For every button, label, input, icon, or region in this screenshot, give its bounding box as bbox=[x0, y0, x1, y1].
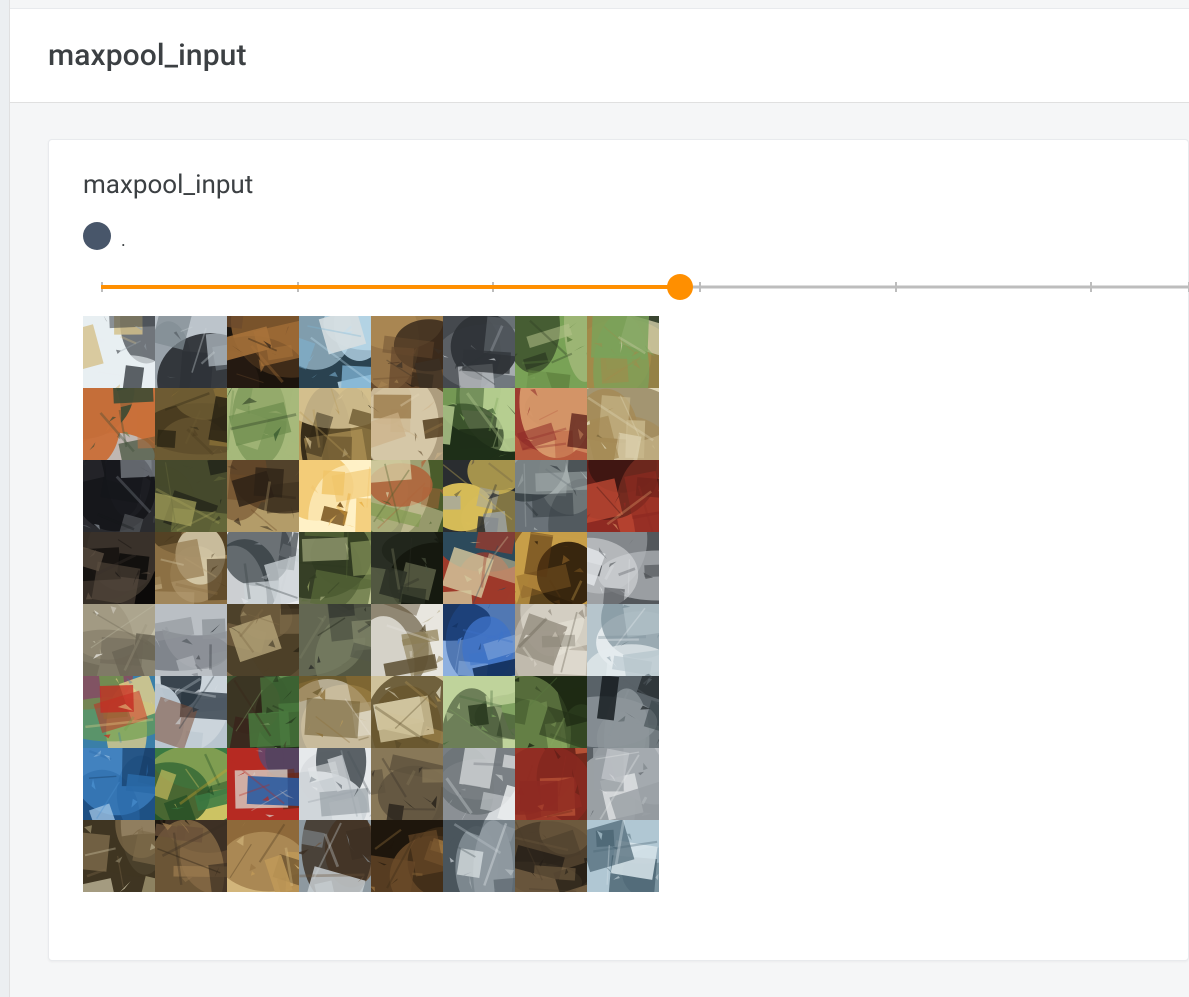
grid-tile[interactable] bbox=[155, 820, 227, 892]
grid-tile[interactable] bbox=[371, 460, 443, 532]
grid-tile[interactable] bbox=[155, 532, 227, 604]
grid-tile[interactable] bbox=[443, 316, 515, 388]
grid-tile[interactable] bbox=[515, 676, 587, 748]
grid-tile[interactable] bbox=[155, 748, 227, 820]
section-header[interactable]: maxpool_input bbox=[10, 8, 1189, 103]
grid-tile[interactable] bbox=[587, 748, 659, 820]
step-slider[interactable] bbox=[101, 272, 1154, 302]
grid-tile[interactable] bbox=[83, 316, 155, 388]
slider-thumb[interactable] bbox=[667, 274, 693, 300]
grid-tile[interactable] bbox=[371, 676, 443, 748]
grid-tile[interactable] bbox=[227, 604, 299, 676]
grid-tile[interactable] bbox=[227, 820, 299, 892]
run-color-dot bbox=[83, 222, 111, 250]
run-selector[interactable]: . bbox=[83, 222, 1154, 250]
grid-tile[interactable] bbox=[515, 460, 587, 532]
grid-tile[interactable] bbox=[155, 460, 227, 532]
left-gutter bbox=[0, 0, 10, 997]
grid-tile[interactable] bbox=[587, 604, 659, 676]
grid-tile[interactable] bbox=[587, 460, 659, 532]
slider-fill bbox=[101, 285, 680, 289]
image-card: maxpool_input . bbox=[48, 139, 1189, 961]
card-title: maxpool_input bbox=[83, 170, 1154, 200]
grid-tile[interactable] bbox=[371, 316, 443, 388]
grid-tile[interactable] bbox=[155, 316, 227, 388]
grid-tile[interactable] bbox=[83, 820, 155, 892]
grid-tile[interactable] bbox=[515, 820, 587, 892]
grid-tile[interactable] bbox=[515, 604, 587, 676]
grid-tile[interactable] bbox=[443, 388, 515, 460]
grid-tile[interactable] bbox=[587, 532, 659, 604]
grid-tile[interactable] bbox=[227, 676, 299, 748]
grid-tile[interactable] bbox=[515, 316, 587, 388]
grid-tile[interactable] bbox=[371, 532, 443, 604]
grid-tile[interactable] bbox=[227, 316, 299, 388]
section-title: maxpool_input bbox=[48, 38, 247, 73]
grid-tile[interactable] bbox=[155, 388, 227, 460]
grid-tile[interactable] bbox=[299, 460, 371, 532]
grid-tile[interactable] bbox=[443, 604, 515, 676]
grid-tile[interactable] bbox=[155, 676, 227, 748]
grid-tile[interactable] bbox=[515, 748, 587, 820]
image-grid bbox=[83, 316, 659, 892]
grid-tile[interactable] bbox=[443, 676, 515, 748]
grid-tile[interactable] bbox=[299, 316, 371, 388]
grid-tile[interactable] bbox=[371, 820, 443, 892]
grid-tile[interactable] bbox=[587, 676, 659, 748]
grid-tile[interactable] bbox=[587, 820, 659, 892]
grid-tile[interactable] bbox=[299, 676, 371, 748]
grid-tile[interactable] bbox=[299, 604, 371, 676]
grid-tile[interactable] bbox=[371, 388, 443, 460]
grid-tile[interactable] bbox=[443, 748, 515, 820]
grid-tile[interactable] bbox=[83, 748, 155, 820]
grid-tile[interactable] bbox=[227, 460, 299, 532]
grid-tile[interactable] bbox=[299, 532, 371, 604]
grid-tile[interactable] bbox=[443, 460, 515, 532]
grid-tile[interactable] bbox=[515, 532, 587, 604]
grid-tile[interactable] bbox=[371, 604, 443, 676]
grid-tile[interactable] bbox=[587, 388, 659, 460]
grid-tile[interactable] bbox=[299, 388, 371, 460]
run-label: . bbox=[121, 230, 126, 251]
grid-tile[interactable] bbox=[371, 748, 443, 820]
grid-tile[interactable] bbox=[227, 748, 299, 820]
grid-tile[interactable] bbox=[299, 748, 371, 820]
grid-tile[interactable] bbox=[83, 676, 155, 748]
grid-tile[interactable] bbox=[83, 460, 155, 532]
grid-tile[interactable] bbox=[587, 316, 659, 388]
section-body: maxpool_input . bbox=[10, 103, 1189, 997]
grid-tile[interactable] bbox=[83, 604, 155, 676]
grid-tile[interactable] bbox=[227, 532, 299, 604]
grid-tile[interactable] bbox=[155, 604, 227, 676]
grid-tile[interactable] bbox=[83, 532, 155, 604]
grid-tile[interactable] bbox=[299, 820, 371, 892]
grid-tile[interactable] bbox=[515, 388, 587, 460]
grid-tile[interactable] bbox=[83, 388, 155, 460]
grid-tile[interactable] bbox=[443, 532, 515, 604]
grid-tile[interactable] bbox=[443, 820, 515, 892]
grid-tile[interactable] bbox=[227, 388, 299, 460]
